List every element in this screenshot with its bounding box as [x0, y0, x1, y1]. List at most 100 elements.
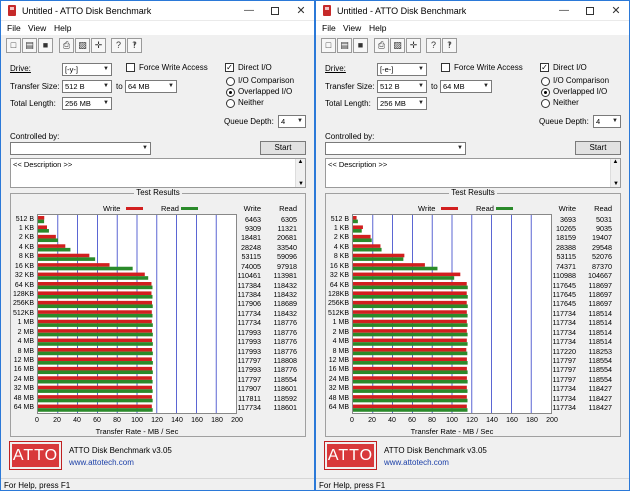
drive-select[interactable]: [-y-] ▼ [62, 63, 112, 76]
neither-radio[interactable] [226, 99, 235, 108]
overlapped-io-label: Overlapped I/O [238, 87, 293, 96]
menu-file[interactable]: File [7, 23, 21, 33]
io-comparison-radio[interactable] [226, 77, 235, 86]
read-value: 20681 [277, 233, 297, 243]
neither-radio[interactable] [541, 99, 550, 108]
write-value: 6463 [245, 214, 261, 224]
read-bar [353, 408, 468, 412]
start-button[interactable]: Start [575, 141, 621, 155]
io-comparison-label: I/O Comparison [238, 76, 295, 85]
save-tool-button[interactable]: ■ [353, 38, 368, 53]
close-button[interactable]: ✕ [290, 3, 312, 19]
menu-file[interactable]: File [322, 23, 336, 33]
scroll-down-icon: ▼ [298, 181, 304, 187]
write-value: 117734 [237, 403, 261, 413]
move-tool-button[interactable]: ✛ [406, 38, 421, 53]
read-value: 118776 [273, 346, 297, 356]
transfer-from-select[interactable]: 512 B ▼ [377, 80, 427, 93]
transfer-to-select[interactable]: 64 MB ▼ [125, 80, 177, 93]
new-file-tool-button[interactable]: □ [321, 38, 336, 53]
force-write-checkbox[interactable] [126, 63, 135, 72]
write-bar [38, 300, 152, 305]
controlled-by-label: Controlled by: [10, 132, 60, 141]
read-value: 52076 [592, 252, 612, 262]
print-preview-tool-button[interactable]: ▨ [75, 38, 90, 53]
y-axis-label: 8 KB [333, 253, 349, 261]
whats-this-tool-button[interactable]: ‽ [127, 38, 142, 53]
close-button[interactable]: ✕ [605, 3, 627, 19]
description-scrollbar[interactable]: ▲ ▼ [610, 159, 620, 187]
force-write-checkbox[interactable] [441, 63, 450, 72]
open-folder-tool-button[interactable]: ▤ [22, 38, 37, 53]
write-bar [353, 404, 467, 409]
minimize-button[interactable]: — [238, 3, 260, 19]
menu-help[interactable]: Help [369, 23, 386, 33]
write-value: 53115 [241, 252, 261, 262]
write-value: 117993 [237, 365, 261, 375]
write-value: 28388 [556, 242, 576, 252]
direct-io-checkbox[interactable]: ✓ [225, 63, 234, 72]
read-value: 118776 [273, 365, 297, 375]
print-preview-tool-button[interactable]: ▨ [390, 38, 405, 53]
title-bar: Untitled - ATTO Disk Benchmark — ✕ [316, 1, 629, 21]
help-tool-button[interactable]: ? [111, 38, 126, 53]
y-axis-label: 24 MB [13, 375, 34, 383]
y-axis-label: 1 MB [332, 319, 349, 327]
print-tool-button[interactable]: ⎙ [374, 38, 389, 53]
y-axis-label: 16 KB [14, 262, 34, 270]
maximize-button[interactable] [264, 3, 286, 19]
minimize-button[interactable]: — [553, 3, 575, 19]
start-button[interactable]: Start [260, 141, 306, 155]
write-value: 74371 [556, 261, 576, 271]
read-value: 118592 [273, 393, 297, 403]
drive-label: Drive: [10, 64, 31, 73]
x-tick-label: 180 [526, 417, 538, 424]
menu-view[interactable]: View [343, 23, 361, 33]
controlled-by-select[interactable]: ▼ [10, 142, 151, 155]
new-file-tool-button[interactable]: □ [6, 38, 21, 53]
direct-io-checkbox[interactable]: ✓ [540, 63, 549, 72]
print-tool-button[interactable]: ⎙ [59, 38, 74, 53]
x-tick-label: 160 [191, 417, 203, 424]
drive-select[interactable]: [-e-] ▼ [377, 63, 427, 76]
transfer-from-select[interactable]: 512 B ▼ [62, 80, 112, 93]
write-bar [38, 319, 152, 324]
total-length-select[interactable]: 256 MB ▼ [62, 97, 112, 110]
help-tool-button[interactable]: ? [426, 38, 441, 53]
website-link[interactable]: www.attotech.com [69, 458, 134, 467]
read-value: 118432 [273, 280, 297, 290]
write-bar [353, 376, 467, 380]
write-bar [38, 244, 66, 248]
description-box[interactable]: << Description >> ▲ ▼ [325, 158, 621, 188]
x-tick-label: 100 [131, 417, 143, 424]
controlled-by-select[interactable]: ▼ [325, 142, 466, 155]
overlapped-io-radio[interactable] [226, 88, 235, 97]
overlapped-io-radio[interactable] [541, 88, 550, 97]
atto-logo: ATTO [9, 441, 62, 470]
maximize-button[interactable] [579, 3, 601, 19]
total-length-select[interactable]: 256 MB ▼ [377, 97, 427, 110]
y-axis-label: 4 MB [332, 338, 349, 346]
transfer-to-select[interactable]: 64 MB ▼ [440, 80, 492, 93]
io-comparison-radio[interactable] [541, 77, 550, 86]
read-bar [353, 257, 404, 261]
save-tool-button[interactable]: ■ [38, 38, 53, 53]
x-tick-label: 60 [408, 417, 416, 424]
description-box[interactable]: << Description >> ▲ ▼ [10, 158, 306, 188]
website-link[interactable]: www.attotech.com [384, 458, 449, 467]
queue-depth-select[interactable]: 4 ▼ [593, 115, 621, 128]
read-legend-label: Read [476, 204, 494, 213]
y-axis-label: 16 MB [13, 366, 34, 374]
menu-help[interactable]: Help [54, 23, 71, 33]
write-bar [353, 216, 357, 220]
atto-window-left: Untitled - ATTO Disk Benchmark — ✕ File View… [0, 0, 315, 491]
whats-this-tool-button[interactable]: ‽ [442, 38, 457, 53]
description-scrollbar[interactable]: ▲ ▼ [295, 159, 305, 187]
print-preview-icon: ▨ [393, 40, 402, 50]
move-tool-button[interactable]: ✛ [91, 38, 106, 53]
queue-depth-select[interactable]: 4 ▼ [278, 115, 306, 128]
open-folder-tool-button[interactable]: ▤ [337, 38, 352, 53]
read-bar [353, 295, 468, 299]
menu-view[interactable]: View [28, 23, 46, 33]
read-value: 118514 [588, 318, 612, 328]
